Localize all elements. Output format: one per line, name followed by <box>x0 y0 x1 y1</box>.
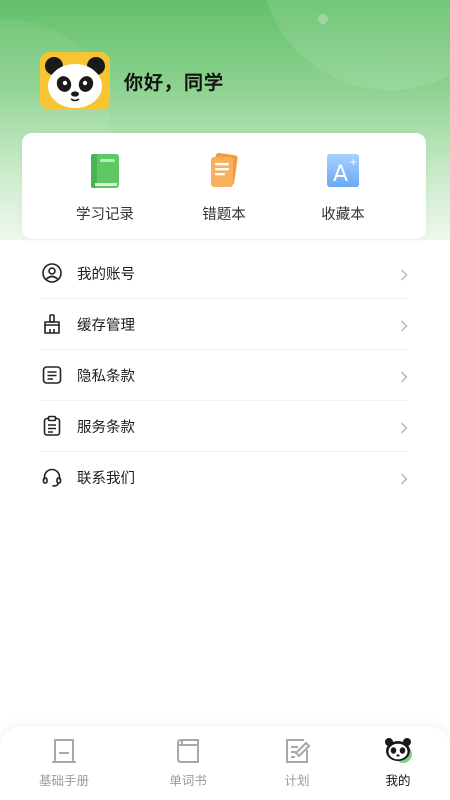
broom-icon <box>41 313 63 335</box>
quick-actions-card: 学习记录 错题本 A + 收藏本 <box>22 133 426 239</box>
quick-study-record[interactable]: 学习记录 <box>50 151 160 224</box>
orange-notebook-icon <box>204 151 244 191</box>
chevron-right-icon <box>400 470 408 485</box>
svg-text:A: A <box>333 162 348 187</box>
menu-item-my-account[interactable]: 我的账号 <box>40 248 408 299</box>
menu-label: 联系我们 <box>77 470 135 487</box>
menu-item-terms[interactable]: 服务条款 <box>40 401 408 452</box>
tab-wordbook[interactable]: 单词书 <box>148 736 228 789</box>
document-lines-icon <box>41 364 63 386</box>
chevron-right-icon <box>400 317 408 332</box>
settings-menu: 我的账号 缓存管理 隐私条款 服务条款 联系我们 <box>40 248 408 502</box>
tab-label: 计划 <box>284 773 310 788</box>
tab-label: 基础手册 <box>38 773 89 788</box>
tab-label: 我的 <box>385 773 411 788</box>
chevron-right-icon <box>400 368 408 383</box>
tab-mine[interactable]: 我的 <box>358 736 438 789</box>
menu-label: 缓存管理 <box>77 317 135 334</box>
tab-handbook[interactable]: 基础手册 <box>24 736 104 789</box>
handbook-icon <box>49 736 79 766</box>
clipboard-icon <box>41 415 63 437</box>
chevron-right-icon <box>400 419 408 434</box>
decor-bubble <box>260 0 450 90</box>
quick-label: 收藏本 <box>321 207 365 223</box>
menu-item-cache[interactable]: 缓存管理 <box>40 299 408 350</box>
quick-wrong-questions[interactable]: 错题本 <box>169 151 279 224</box>
quick-favorites[interactable]: A + 收藏本 <box>288 151 398 224</box>
bottom-tab-bar: 基础手册 单词书 计划 我的 <box>0 726 450 800</box>
greeting-text: 你好，同学 <box>124 72 225 94</box>
quick-label: 学习记录 <box>76 207 134 223</box>
letter-a-card-icon: A + <box>323 151 363 191</box>
menu-item-privacy[interactable]: 隐私条款 <box>40 350 408 401</box>
menu-label: 服务条款 <box>77 419 135 436</box>
wordbook-icon <box>173 736 203 766</box>
menu-item-contact[interactable]: 联系我们 <box>40 452 408 502</box>
tab-label: 单词书 <box>169 773 207 788</box>
svg-text:+: + <box>349 157 357 168</box>
plan-edit-icon <box>282 736 312 766</box>
menu-label: 隐私条款 <box>77 368 135 385</box>
tab-plan[interactable]: 计划 <box>257 736 337 789</box>
panda-avatar-icon[interactable] <box>40 52 110 110</box>
headset-icon <box>41 466 63 488</box>
green-book-icon <box>85 151 125 191</box>
chevron-right-icon <box>400 266 408 281</box>
decor-dot <box>318 14 328 24</box>
user-circle-icon <box>41 262 63 284</box>
quick-label: 错题本 <box>202 207 246 223</box>
menu-label: 我的账号 <box>77 266 135 283</box>
panda-tab-icon <box>383 736 413 766</box>
